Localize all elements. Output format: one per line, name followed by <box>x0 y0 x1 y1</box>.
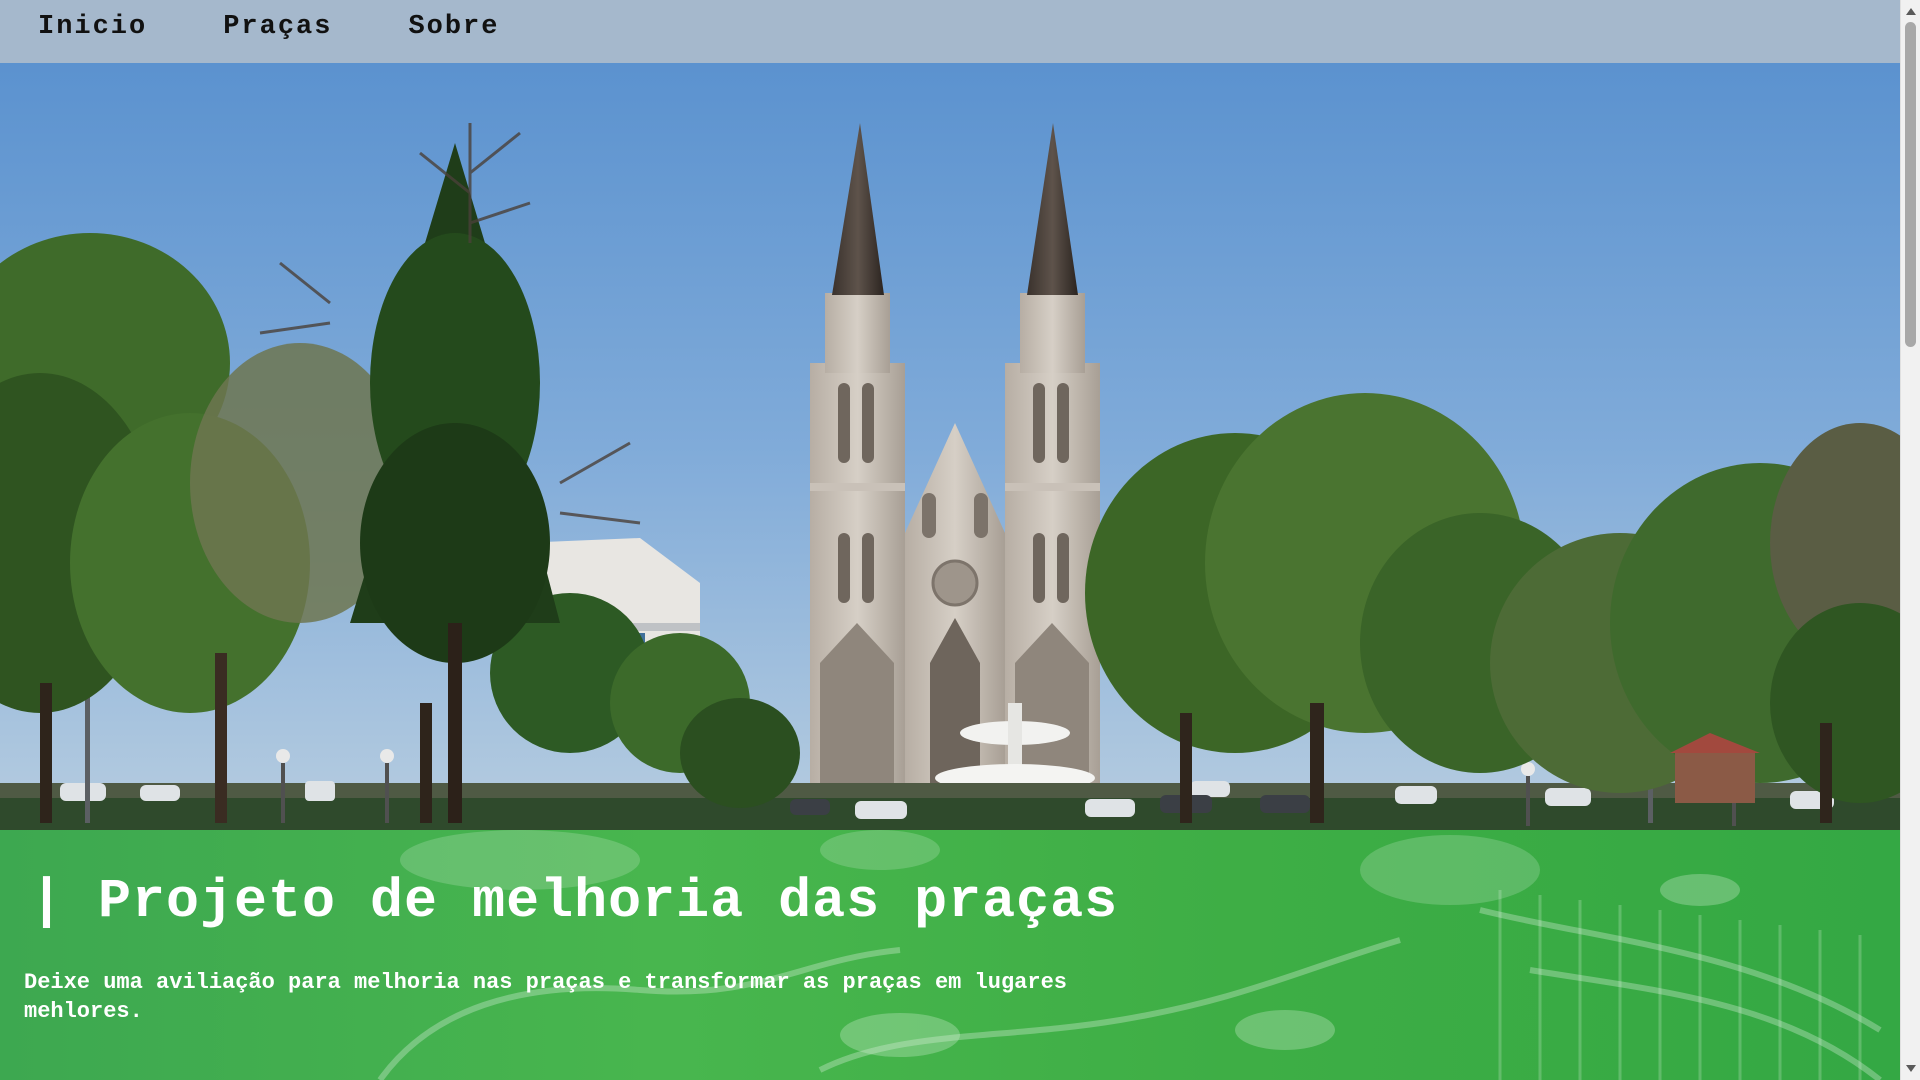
nav-link-inicio[interactable]: Inicio <box>38 12 147 42</box>
nav-link-sobre[interactable]: Sobre <box>408 12 499 42</box>
page-viewport: Inicio Praças Sobre | Projeto de melhori… <box>0 0 1900 1080</box>
vertical-scrollbar[interactable] <box>1900 0 1920 1080</box>
banner-title: | Projeto de melhoria das praças <box>30 870 1119 933</box>
scroll-down-arrow-icon[interactable] <box>1906 1065 1916 1072</box>
hero-image-cathedral <box>0 63 1900 830</box>
banner-description: Deixe uma aviliação para melhoria nas pr… <box>24 970 1067 1024</box>
scrollbar-thumb[interactable] <box>1905 22 1916 347</box>
scroll-up-arrow-icon[interactable] <box>1906 8 1916 15</box>
top-navigation: Inicio Praças Sobre <box>0 0 1900 63</box>
banner-background-art <box>377 830 1882 1080</box>
hero-banner: | Projeto de melhoria das praças Deixe u… <box>0 830 1900 1080</box>
nav-link-pracas[interactable]: Praças <box>223 12 332 42</box>
